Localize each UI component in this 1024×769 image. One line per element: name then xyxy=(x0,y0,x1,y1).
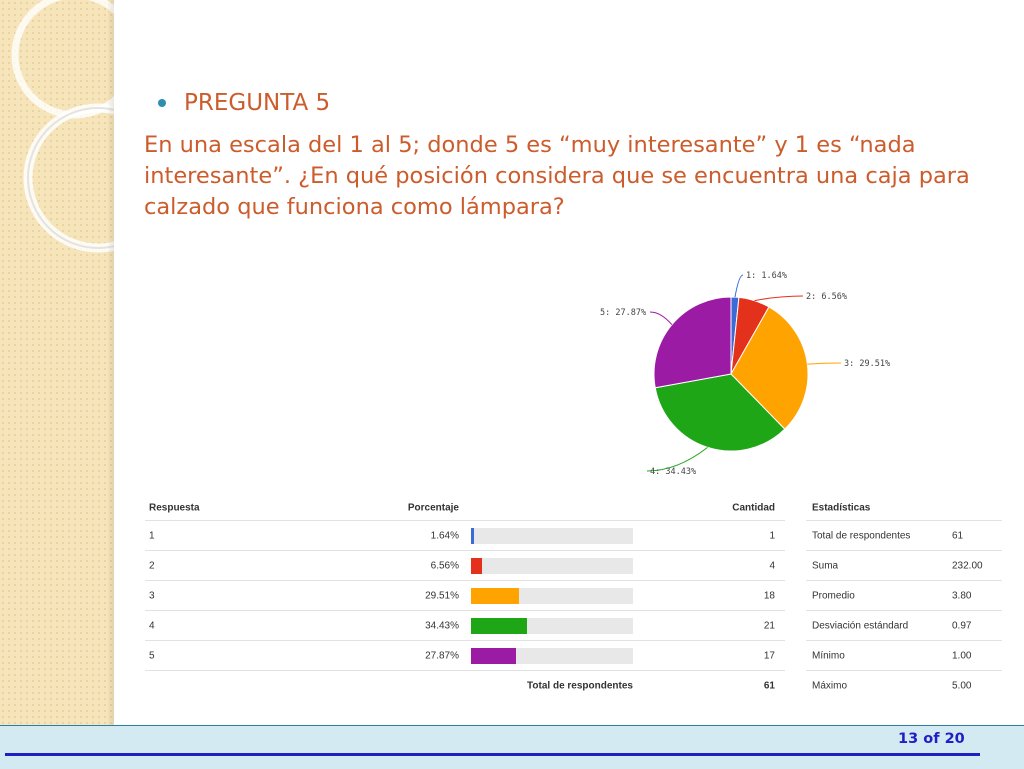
stats-value: 5.00 xyxy=(952,680,972,691)
statistics-rows: Total de respondentes 61 Suma 232.00 Promedi… xyxy=(806,521,1002,700)
stats-row: Total de respondentes 61 xyxy=(806,521,1002,551)
stats-label: Promedio xyxy=(812,590,855,601)
stats-row: Suma 232.00 xyxy=(806,551,1002,581)
percent-bar-track xyxy=(471,648,633,664)
slide: PREGUNTA 5 En una escala del 1 al 5; don… xyxy=(0,0,1024,768)
stats-row: Desviación estándard 0.97 xyxy=(806,611,1002,641)
stats-row: Mínimo 1.00 xyxy=(806,641,1002,671)
percent-bar-fill xyxy=(471,558,482,574)
footer-line xyxy=(5,753,980,756)
answer-value: 3 xyxy=(149,590,155,601)
percent-bar-track xyxy=(471,588,633,604)
pie-label-3: 3: 29.51% xyxy=(844,359,890,369)
pie-label-1: 1: 1.64% xyxy=(746,271,787,281)
page-total: 20 xyxy=(944,731,965,747)
question-text: En una escala del 1 al 5; donde 5 es “mu… xyxy=(144,132,970,220)
responses-total-row: Total de respondentes 61 xyxy=(145,671,785,700)
pie-leader-line-1 xyxy=(734,274,744,298)
percent-value: 27.87% xyxy=(425,650,459,661)
table-row: 3 29.51% 18 xyxy=(145,581,785,611)
footer-bar xyxy=(0,725,1024,769)
percent-bar-track xyxy=(471,618,633,634)
header-answer: Respuesta xyxy=(149,502,200,514)
percent-value: 1.64% xyxy=(430,530,459,541)
percent-bar-fill xyxy=(471,648,517,664)
bullet-icon xyxy=(158,99,166,107)
stats-label: Máximo xyxy=(812,680,848,691)
table-row: 2 6.56% 4 xyxy=(145,551,785,581)
pie-leader-line-3 xyxy=(807,362,842,365)
stats-row: Promedio 3.80 xyxy=(806,581,1002,611)
stats-label: Total de respondentes xyxy=(812,530,911,541)
percent-value: 6.56% xyxy=(430,560,459,571)
answer-value: 5 xyxy=(149,650,155,661)
answer-value: 2 xyxy=(149,560,155,571)
table-row: 5 27.87% 17 xyxy=(145,641,785,671)
pie-leader-line-2 xyxy=(754,295,804,302)
slide-heading: PREGUNTA 5 xyxy=(184,90,331,116)
percent-bar-track xyxy=(471,528,633,544)
page-separator: of xyxy=(923,731,940,747)
pie-label-5: 5: 27.87% xyxy=(600,308,646,318)
page-number: 13 of 20 xyxy=(898,731,965,747)
stats-row: Máximo 5.00 xyxy=(806,671,1002,700)
percent-value: 29.51% xyxy=(425,590,459,601)
count-value: 1 xyxy=(769,530,775,541)
total-value: 61 xyxy=(763,680,775,691)
percent-bar-fill xyxy=(471,528,474,544)
pie-label-4: 4: 34.43% xyxy=(650,467,696,477)
stats-value: 61 xyxy=(952,530,964,541)
header-count: Cantidad xyxy=(732,502,775,514)
answer-value: 4 xyxy=(149,620,155,631)
count-value: 4 xyxy=(769,560,775,571)
table-row: 1 1.64% 1 xyxy=(145,521,785,551)
percent-bar-track xyxy=(471,558,633,574)
stats-value: 3.80 xyxy=(952,590,972,601)
heading-row: PREGUNTA 5 xyxy=(158,90,330,116)
percent-bar-fill xyxy=(471,588,519,604)
statistics-header-row: Estadísticas xyxy=(806,496,1002,521)
pie-slice-5 xyxy=(653,296,732,389)
stats-label: Desviación estándard xyxy=(812,620,909,631)
percent-bar-fill xyxy=(471,618,527,634)
page-current: 13 xyxy=(898,731,919,747)
stats-label: Suma xyxy=(812,560,839,571)
pie-leader-line-5 xyxy=(649,311,673,325)
statistics-header: Estadísticas xyxy=(812,502,871,514)
stats-value: 1.00 xyxy=(952,650,972,661)
statistics-table: Estadísticas Total de respondentes 61 Suma… xyxy=(806,496,1002,700)
percent-value: 34.43% xyxy=(425,620,459,631)
count-value: 18 xyxy=(763,590,775,601)
responses-table: Respuesta Porcentaje Cantidad 1 1.64% 1 2 6.… xyxy=(145,496,785,700)
stats-value: 232.00 xyxy=(952,560,983,571)
count-value: 21 xyxy=(763,620,775,631)
answer-value: 1 xyxy=(149,530,155,541)
header-percent: Porcentaje xyxy=(407,502,459,514)
stats-label: Mínimo xyxy=(812,650,845,661)
total-label: Total de respondentes xyxy=(527,680,633,691)
responses-rows: 1 1.64% 1 2 6.56% 4 3 29.51% 18 4 34.43% 21 5 27.87% 1… xyxy=(145,521,785,671)
table-row: 4 34.43% 21 xyxy=(145,611,785,641)
count-value: 17 xyxy=(763,650,775,661)
pie-label-2: 2: 6.56% xyxy=(806,292,847,302)
responses-table-header: Respuesta Porcentaje Cantidad xyxy=(145,496,785,521)
stats-value: 0.97 xyxy=(952,620,972,631)
pie-chart: 1: 1.64% 2: 6.56% 3: 29.51% 4: 34.43% 5: 27.… xyxy=(600,271,890,477)
